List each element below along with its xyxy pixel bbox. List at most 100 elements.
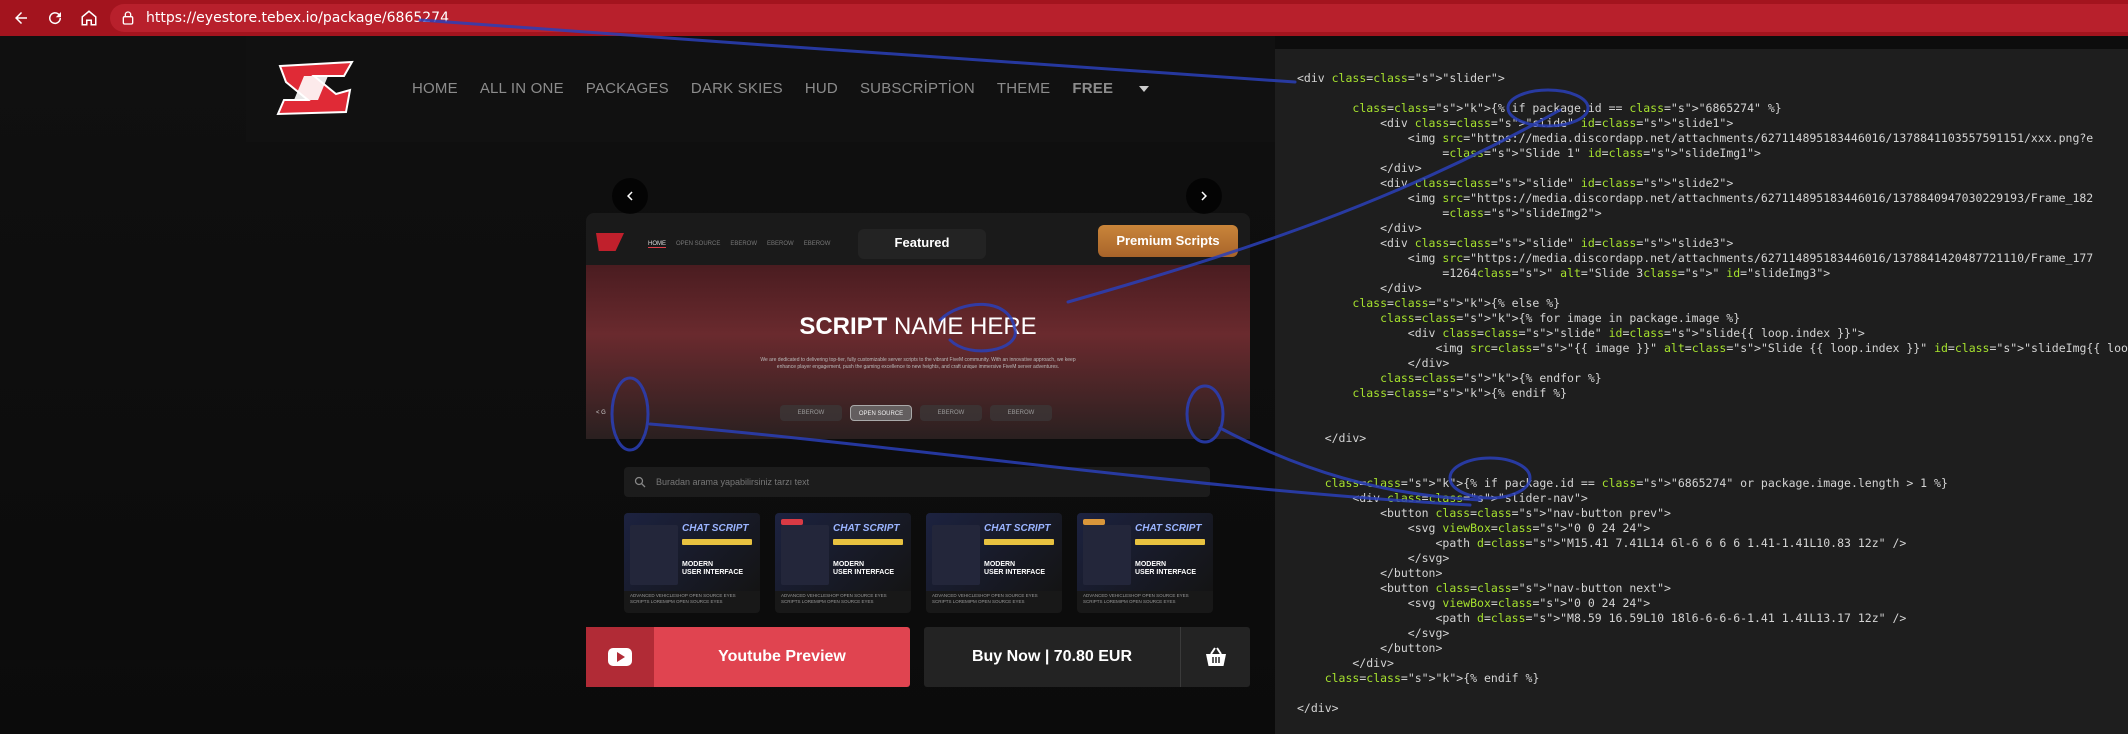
code-line: <div class=class="s">"slide" id=class="s… [1297, 116, 1734, 130]
thumbnail-list: CHAT SCRIPT MODERN USER INTERFACE ADVANC… [624, 513, 1213, 613]
featured-badge: Featured [858, 229, 986, 259]
menu-item-free[interactable]: FREE [1072, 80, 1150, 97]
thumbnail-card[interactable]: CHAT SCRIPT MODERN USER INTERFACE ADVANC… [624, 513, 760, 613]
code-line: <div class=class="s">"slide" id=class="s… [1297, 326, 1865, 340]
thumbnail-card[interactable]: CHAT SCRIPT MODERN USER INTERFACE ADVANC… [1077, 513, 1213, 613]
card-footer: ADVANCED VEHICLESHOP OPEN SOURCE EYES SC… [932, 593, 1038, 604]
slide-tab: EBEROW [920, 405, 982, 421]
code-line: <img src="https://media.discordapp.net/a… [1297, 251, 2094, 265]
basket-button[interactable] [1181, 646, 1250, 668]
card-title: CHAT SCRIPT [1135, 523, 1202, 534]
slide-menu-item: EBEROW [803, 241, 831, 247]
slide-preview-header: HOME OPEN SOURCE EBEROW EBEROW EBEROW Fe… [586, 213, 1250, 265]
slider-prev-button[interactable] [612, 178, 648, 214]
code-line: class=class="s">"k">{% if package.id == … [1352, 101, 1782, 115]
slide-tab-selected: OPEN SOURCE [850, 405, 912, 421]
card-tag [781, 519, 803, 525]
slider-next-button[interactable] [1186, 178, 1222, 214]
code-line: class=class="s">"k">{% endif %} [1324, 671, 1540, 685]
card-subtitle: MODERN USER INTERFACE [833, 561, 895, 576]
code-line: </div> [1297, 356, 1450, 370]
card-title: CHAT SCRIPT [984, 523, 1051, 534]
thumbnail-card[interactable]: CHAT SCRIPT MODERN USER INTERFACE ADVANC… [926, 513, 1062, 613]
menu-item-all-in-one[interactable]: ALL IN ONE [480, 80, 564, 97]
code-line: <img src=class="s">"{{ image }}" alt=cla… [1297, 341, 2128, 355]
card-highlight-bar [682, 539, 752, 545]
slide-prev-label: < G [596, 410, 606, 416]
code-line: </button> [1297, 641, 1443, 655]
premium-scripts-button[interactable]: Premium Scripts [1098, 225, 1238, 257]
chevron-left-icon [627, 191, 633, 201]
hero-title-bold: SCRIPT [799, 313, 888, 340]
code-line: =class="s">"slideImg2"> [1297, 206, 1602, 220]
code-line: <img src="https://media.discordapp.net/a… [1297, 191, 2094, 205]
code-line: =1264class="s">" alt="Slide 3class="s">"… [1297, 266, 1831, 280]
basket-icon [1205, 647, 1226, 666]
slide-menu-item: EBEROW [730, 241, 758, 247]
card-title: CHAT SCRIPT [682, 523, 749, 534]
search-input[interactable]: Buradan arama yapabilirsiniz tarzı text [624, 467, 1210, 497]
code-line: </svg> [1297, 551, 1450, 565]
card-footer: ADVANCED VEHICLESHOP OPEN SOURCE EYES SC… [781, 593, 887, 604]
card-highlight-bar [1135, 539, 1205, 545]
search-icon [634, 476, 646, 488]
slide-tab: EBEROW [990, 405, 1052, 421]
youtube-preview-button[interactable]: Youtube Preview [586, 627, 910, 687]
code-line: class=class="s">"k">{% if package.id == … [1324, 476, 1948, 490]
youtube-preview-label: Youtube Preview [718, 648, 846, 665]
slide-tab: EBEROW [780, 405, 842, 421]
buy-now-button[interactable]: Buy Now | 70.80 EUR [924, 627, 1250, 687]
code-line: <button class=class="s">"nav-button next… [1297, 581, 1671, 595]
menu-item-free-label: FREE [1072, 80, 1114, 97]
thumbnail-card[interactable]: CHAT SCRIPT MODERN USER INTERFACE ADVANC… [775, 513, 911, 613]
card-footer: ADVANCED VEHICLESHOP OPEN SOURCE EYES SC… [1083, 593, 1189, 604]
slide-tabs: EBEROW OPEN SOURCE EBEROW EBEROW [780, 405, 1052, 421]
back-icon[interactable] [4, 0, 38, 36]
package-slider: HOME OPEN SOURCE EBEROW EBEROW EBEROW Fe… [586, 213, 1250, 439]
card-subtitle: MODERN USER INTERFACE [1135, 561, 1197, 576]
code-line: </div> [1297, 431, 1367, 445]
slide-menu-item: HOME [648, 241, 666, 248]
menu-item-hud[interactable]: HUD [805, 80, 838, 97]
code-line: <div class=class="s">"slide" id=class="s… [1297, 236, 1734, 250]
menu-item-subscription[interactable]: SUBSCRİPTİON [860, 80, 975, 97]
code-editor[interactable]: <div class=class="s">"slider"> class=cla… [1275, 49, 2128, 734]
code-line: class=class="s">"k">{% else %} [1352, 296, 1561, 310]
code-line: </button> [1297, 566, 1443, 580]
home-icon[interactable] [72, 0, 106, 36]
menu-item-home[interactable]: HOME [412, 80, 458, 97]
code-line: <button class=class="s">"nav-button prev… [1297, 506, 1671, 520]
code-line: </div> [1297, 656, 1394, 670]
card-highlight-bar [833, 539, 903, 545]
main-menu: HOME ALL IN ONE PACKAGES DARK SKIES HUD … [412, 80, 1171, 97]
card-preview-panel [781, 525, 829, 585]
buy-now-label: Buy Now | 70.80 EUR [971, 648, 1133, 665]
hero-description: We are dedicated to delivering top-tier,… [760, 357, 1076, 370]
code-line: <div class=class="s">"slider"> [1297, 71, 1505, 85]
reload-icon[interactable] [38, 0, 72, 36]
chevron-right-icon [1201, 191, 1207, 201]
brand-logo-icon[interactable] [274, 60, 358, 116]
card-highlight-bar [984, 539, 1054, 545]
chevron-down-icon [1139, 86, 1150, 93]
hero-title: SCRIPT NAME HERE [586, 313, 1250, 341]
address-bar[interactable]: https://eyestore.tebex.io/package/686527… [110, 4, 2128, 32]
code-line: class=class="s">"k">{% endif %} [1352, 386, 1568, 400]
slide-menu-item: OPEN SOURCE [676, 241, 721, 247]
slide-hero: SCRIPT NAME HERE We are dedicated to del… [586, 265, 1250, 439]
code-line: <img src="https://media.discordapp.net/a… [1297, 131, 2094, 145]
slide-preview-menu: HOME OPEN SOURCE EBEROW EBEROW EBEROW [648, 241, 830, 248]
card-preview-panel [630, 525, 678, 585]
lock-icon [122, 11, 134, 25]
code-line: <svg viewBox=class="s">"0 0 24 24"> [1297, 596, 1651, 610]
code-line: <div class=class="s">"slide" id=class="s… [1297, 176, 1734, 190]
card-title: CHAT SCRIPT [833, 523, 900, 534]
menu-item-dark-skies[interactable]: DARK SKIES [691, 80, 783, 97]
menu-item-packages[interactable]: PACKAGES [586, 80, 669, 97]
card-footer: ADVANCED VEHICLESHOP OPEN SOURCE EYES SC… [630, 593, 736, 604]
menu-item-theme[interactable]: THEME [997, 80, 1051, 97]
